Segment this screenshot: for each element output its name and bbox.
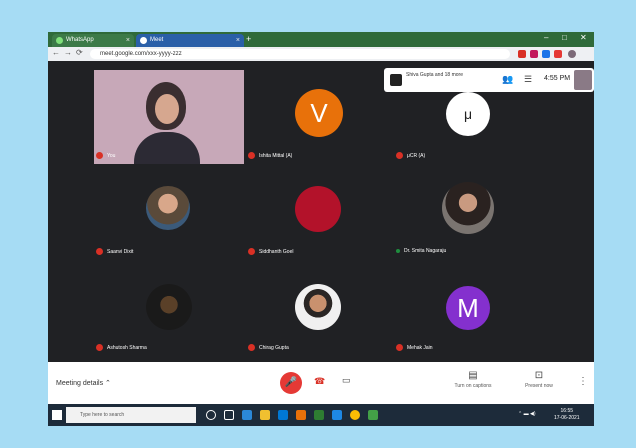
mic-off-icon: 🎤 [284,377,298,388]
meeting-time: 4:55 PM [544,75,571,82]
participant-photo [295,284,341,330]
extension-icon[interactable] [530,50,538,58]
mic-muted-icon [248,152,255,159]
app-icon[interactable] [332,410,342,420]
participant-name: Chirag Gupta [248,344,289,351]
participant-name: You [96,152,115,159]
participant-logo: μ [446,92,490,136]
reload-button[interactable]: ⟳ [76,48,83,57]
profile-avatar[interactable] [568,50,576,58]
cortana-icon[interactable] [206,410,216,420]
windows-start-icon[interactable] [52,410,62,420]
extension-icon[interactable] [554,50,562,58]
mic-active-icon [396,248,400,253]
close-tab-icon[interactable]: × [126,34,130,47]
participant-avatar: V [295,89,343,137]
camera-toggle-button[interactable]: ▭ [342,375,351,386]
app-icon[interactable] [368,410,378,420]
mic-muted-icon [96,152,103,159]
participant-avatar: M [446,286,490,330]
tab-meet[interactable]: Meet × [136,34,244,47]
url-input[interactable]: meet.google.com/xxx-yyyy-zzz [90,49,510,59]
mic-muted-icon [248,248,255,255]
browser-tab-strip: WhatsApp × Meet × + – □ ✕ [48,32,594,47]
participant-name: Mehak Jain [396,344,433,351]
presenting-text: Shiva Gupta and 18 more [406,72,463,78]
people-icon[interactable]: 👥 [502,74,513,85]
chat-icon[interactable]: ☰ [524,74,532,85]
self-video-tile [94,70,244,164]
close-window-button[interactable]: ✕ [580,33,587,42]
present-now-button[interactable]: ⊡ Present now [514,370,564,389]
windows-taskbar: Type here to search ⌃ ▬ ◀) 16:55 17-06-20… [48,404,594,426]
presentation-icon [390,74,402,86]
participant-name: μCR (A) [396,152,425,159]
forward-button[interactable]: → [64,48,72,57]
present-icon: ⊡ [534,370,544,381]
participant-photo [442,182,494,234]
close-tab-icon[interactable]: × [236,34,240,47]
mic-muted-icon [396,344,403,351]
extension-icon[interactable] [518,50,526,58]
app-icon[interactable] [314,410,324,420]
participant-photo [146,186,190,230]
meeting-details-button[interactable]: Meeting details ⌃ [56,379,111,387]
mic-toggle-button[interactable]: 🎤 [280,372,302,394]
tab-whatsapp[interactable]: WhatsApp × [52,34,134,47]
participant-name: Dr. Smita Nagaraju [396,248,446,254]
participant-photo [146,284,192,330]
mic-muted-icon [96,344,103,351]
back-button[interactable]: ← [52,48,60,57]
chrome-icon[interactable] [350,410,360,420]
app-icon[interactable] [296,410,306,420]
meeting-controls-bar: Meeting details ⌃ 🎤 ☎ ▭ ▤ Turn on caption… [48,362,594,404]
extension-icon[interactable] [542,50,550,58]
captions-button[interactable]: ▤ Turn on captions [448,370,498,389]
self-view-thumbnail[interactable] [574,70,592,90]
phone-icon: ☎ [314,376,326,386]
mic-muted-icon [96,248,103,255]
participant-name: Saanvi Dixit [96,248,133,255]
whatsapp-icon [56,37,63,44]
store-icon[interactable] [278,410,288,420]
captions-icon: ▤ [468,370,478,381]
leave-call-button[interactable]: ☎ [314,376,325,387]
participant-name: Ashutosh Sharma [96,344,147,351]
taskbar-search-input[interactable]: Type here to search [66,407,196,423]
participant-name: Ishita Mittal (A) [248,152,292,159]
chevron-up-icon: ⌃ [105,380,111,387]
meeting-info-bar: Shiva Gupta and 18 more 👥 ☰ 4:55 PM [384,68,594,92]
participant-photo [295,186,341,232]
more-options-icon[interactable]: ⋮ [578,376,588,387]
maximize-button[interactable]: □ [562,33,567,42]
tab-label: WhatsApp [66,37,94,43]
system-tray-icons[interactable]: ⌃ ▬ ◀) [518,411,535,417]
screenshot-frame: WhatsApp × Meet × + – □ ✕ ← → ⟳ meet.goo… [48,32,594,426]
mic-muted-icon [396,152,403,159]
minimize-button[interactable]: – [544,33,548,42]
participant-name: Siddhanth Goel [248,248,293,255]
taskbar-clock[interactable]: 16:55 17-06-2021 [554,408,580,422]
mic-muted-icon [248,344,255,351]
meet-icon [140,37,147,44]
camera-icon: ▭ [342,375,351,385]
edge-icon[interactable] [242,410,252,420]
task-view-icon[interactable] [224,410,234,420]
file-explorer-icon[interactable] [260,410,270,420]
address-bar-row: ← → ⟳ meet.google.com/xxx-yyyy-zzz [48,47,594,61]
tab-label: Meet [150,37,164,43]
new-tab-button[interactable]: + [246,34,251,44]
